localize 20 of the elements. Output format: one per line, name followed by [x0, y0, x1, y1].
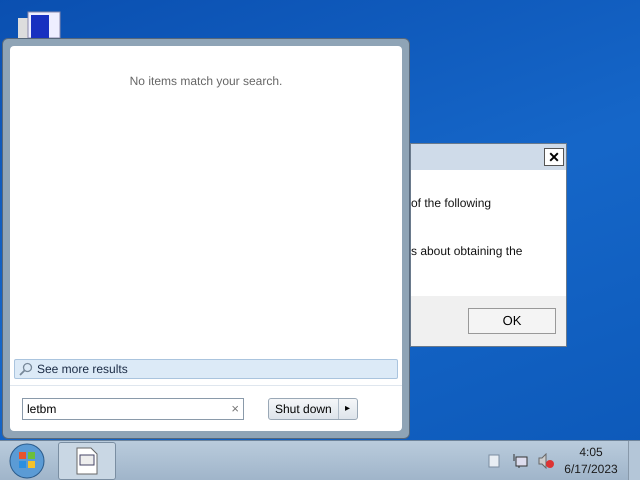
clear-search-button[interactable]: × [231, 398, 239, 418]
shut-down-button[interactable]: Shut down [269, 398, 339, 418]
document-icon [76, 446, 98, 474]
dialog-message-text: of the following [411, 195, 492, 212]
dialog-message-text: s about obtaining the [411, 243, 524, 260]
see-more-results-link[interactable]: See more results [14, 359, 398, 379]
taskbar-program-button[interactable] [58, 442, 116, 480]
clock-date: 6/17/2023 [564, 460, 618, 478]
clock-time: 4:05 [579, 444, 603, 460]
search-icon [19, 362, 33, 376]
notification-icon[interactable] [488, 454, 500, 468]
close-button[interactable]: × [544, 148, 564, 166]
search-field[interactable]: letbm × [22, 398, 244, 420]
ok-button[interactable]: OK [468, 308, 556, 334]
no-results-text: No items match your search. [130, 73, 282, 90]
shut-down-options-button[interactable]: ▸ [338, 398, 357, 418]
muted-speaker-icon[interactable] [538, 452, 554, 468]
computer-icon [16, 10, 62, 38]
start-button[interactable] [8, 442, 46, 480]
network-icon[interactable] [512, 452, 528, 468]
